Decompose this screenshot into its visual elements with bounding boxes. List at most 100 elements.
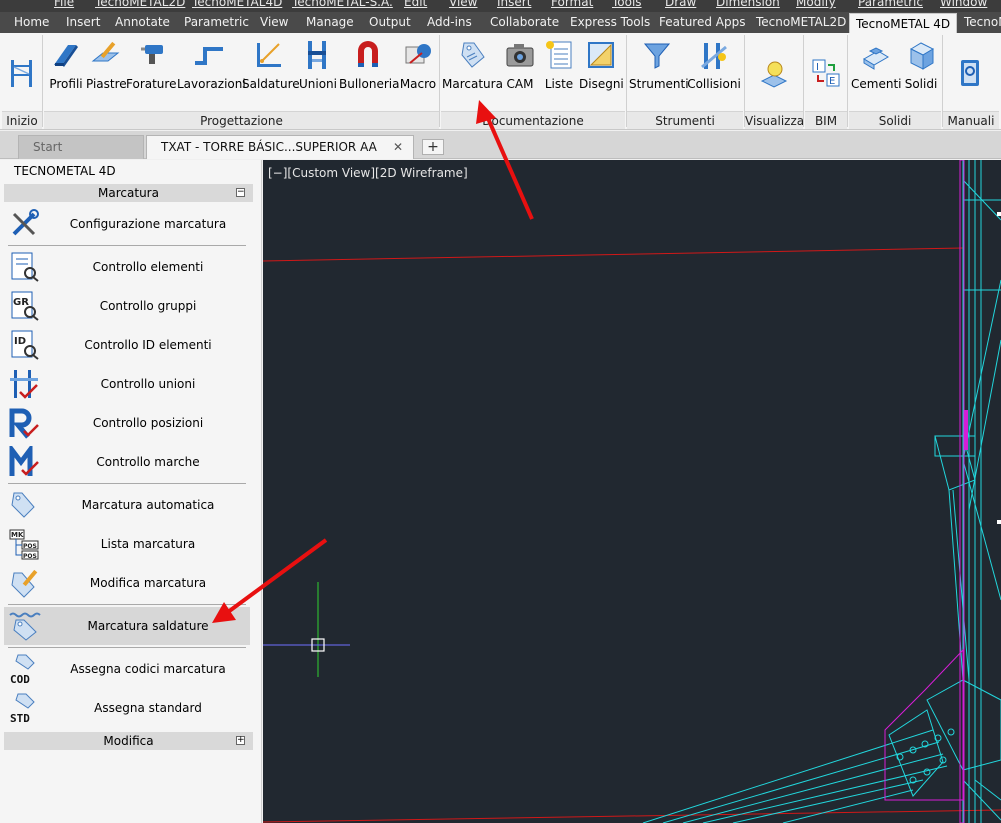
palette-item-marcatura-saldature[interactable]: Marcatura saldature — [4, 607, 250, 645]
palette-item-label: Assegna standard — [94, 701, 202, 715]
palette-item-modifica-marcatura[interactable]: Modifica marcatura — [4, 564, 250, 602]
add-tab-button[interactable]: + — [422, 139, 444, 155]
ribbon-tab-tecnometal2d[interactable]: TecnoMETAL2D — [750, 12, 852, 33]
menu-parametric[interactable]: Parametric — [858, 0, 923, 9]
pos-glyph: POS — [23, 543, 37, 550]
palette-title: TECNOMETAL 4D — [14, 164, 116, 178]
menu-tecnometal-sa[interactable]: TecnoMETAL-S.A. — [292, 0, 393, 9]
saldature-label: Saldature — [242, 77, 300, 91]
visualizza-button[interactable] — [748, 37, 800, 119]
id-glyph: ID — [14, 336, 26, 347]
ribbon-tab-view[interactable]: View — [254, 12, 294, 33]
close-icon[interactable]: ✕ — [393, 136, 403, 158]
drill-icon — [141, 45, 163, 64]
disegni-button[interactable]: Disegni — [579, 37, 624, 119]
tools-wrench-icon — [12, 209, 39, 236]
group-strumenti: Strumenti — [627, 111, 743, 129]
cementi-label: Cementi — [851, 77, 902, 91]
menu-dimension[interactable]: Dimension — [716, 0, 780, 9]
ribbon-panel: Profili Piastre Forature Lavorazioni Sal… — [0, 33, 1001, 130]
ribbon-tab-featured-apps[interactable]: Featured Apps — [653, 12, 751, 33]
section-marcatura-header[interactable]: Marcatura − — [4, 184, 253, 202]
palette-item-assegna-standard[interactable]: STD Assegna standard — [4, 689, 250, 727]
palette-item-label: Configurazione marcatura — [69, 217, 227, 231]
expand-icon[interactable]: + — [236, 736, 245, 745]
ribbon-tab-tecnom-overflow[interactable]: TecnoM — [958, 12, 1001, 33]
ribbon-tab-parametric[interactable]: Parametric — [178, 12, 255, 33]
palette-item-controllo-marche[interactable]: Controllo marche — [4, 443, 250, 481]
solidi-label: Solidi — [904, 77, 938, 91]
forature-button[interactable]: Forature — [126, 37, 176, 119]
ribbon-tab-addins[interactable]: Add-ins — [421, 12, 478, 33]
start-tab[interactable]: Start — [18, 135, 144, 159]
forature-label: Forature — [126, 77, 177, 91]
menu-tecnometal4d[interactable]: TecnoMETAL4D — [192, 0, 282, 9]
marcatura-button[interactable]: Marcatura — [442, 37, 503, 119]
document-tab[interactable]: TXAT - TORRE BÁSIC...SUPERIOR AA ACAD* ✕ — [146, 135, 414, 176]
piastre-label: Piastre — [86, 77, 127, 91]
menu-window[interactable]: Window — [940, 0, 987, 9]
palette-item-assegna-codici-marcatura[interactable]: COD Assegna codici marcatura — [4, 650, 250, 688]
palette-item-configurazione-marcatura[interactable]: Configurazione marcatura — [4, 205, 250, 243]
menu-edit[interactable]: Edit — [404, 0, 427, 9]
group-documentazione: Documentazione — [441, 111, 625, 129]
saldature-button[interactable]: Saldature — [242, 37, 300, 119]
liste-button[interactable]: Liste — [540, 37, 578, 119]
check-id-icon: ID — [11, 330, 39, 360]
ribbon-tab-express-tools[interactable]: Express Tools — [564, 12, 656, 33]
ribbon-tab-home[interactable]: Home — [8, 12, 55, 33]
ribbon-tab-tecnometal4d[interactable]: TecnoMETAL 4D — [849, 13, 958, 34]
menu-tecnometal2d[interactable]: TecnoMETAL2D — [95, 0, 185, 9]
section-modifica-header[interactable]: Modifica + — [4, 732, 253, 750]
ribbon-tab-manage[interactable]: Manage — [300, 12, 360, 33]
ribbon-tab-insert[interactable]: Insert — [60, 12, 106, 33]
palette-item-controllo-unioni[interactable]: Controllo unioni — [4, 365, 250, 403]
menu-format[interactable]: Format — [551, 0, 593, 9]
cementi-button[interactable]: Cementi — [851, 37, 901, 119]
lavorazioni-button[interactable]: Lavorazioni — [177, 37, 246, 119]
ribbon-tab-annotate[interactable]: Annotate — [109, 12, 176, 33]
cam-button[interactable]: CAM — [503, 37, 537, 119]
palette-item-controllo-posizioni[interactable]: Controllo posizioni — [4, 404, 250, 442]
manuali-button[interactable] — [948, 37, 992, 119]
profili-button[interactable]: Profili — [46, 37, 86, 119]
bim-button[interactable]: I E — [806, 37, 846, 119]
piastre-button[interactable]: Piastre — [86, 37, 127, 119]
check-groups-icon: GR — [11, 291, 39, 321]
palette-item-controllo-id-elementi[interactable]: ID Controllo ID elementi — [4, 326, 250, 364]
menu-tools[interactable]: Tools — [612, 0, 642, 9]
menu-draw[interactable]: Draw — [665, 0, 696, 9]
structure-frame-icon — [11, 60, 32, 87]
menu-insert[interactable]: Insert — [497, 0, 531, 9]
collapse-icon[interactable]: − — [236, 188, 245, 197]
ribbon-group-bar: Inizio Progettazione Documentazione Stru… — [0, 111, 1001, 129]
palette-item-lista-marcatura[interactable]: MK POS POS Lista marcatura — [4, 525, 250, 563]
group-visualizza: Visualizza — [745, 111, 804, 129]
palette-item-marcatura-automatica[interactable]: Marcatura automatica — [4, 486, 250, 524]
solidi-button[interactable]: Solidi — [902, 37, 940, 119]
classic-menubar: File TecnoMETAL2D TecnoMETAL4D TecnoMETA… — [0, 0, 1001, 12]
ribbon-tab-collaborate[interactable]: Collaborate — [484, 12, 565, 33]
menu-modify[interactable]: Modify — [796, 0, 836, 9]
menu-file[interactable]: File — [54, 0, 74, 9]
macro-button[interactable]: Macro — [398, 37, 438, 119]
menu-view[interactable]: View — [449, 0, 477, 9]
cam-label: CAM — [506, 77, 534, 91]
group-inizio: Inizio — [2, 111, 42, 129]
ribbon-tab-output[interactable]: Output — [363, 12, 417, 33]
macro-label: Macro — [399, 77, 437, 91]
profili-label: Profili — [49, 77, 83, 91]
list-document-icon — [546, 41, 572, 69]
weld-tag-icon — [9, 612, 41, 641]
collisioni-button[interactable]: Collisioni — [686, 37, 742, 119]
palette-item-label: Marcatura automatica — [81, 498, 215, 512]
unioni-button[interactable]: Unioni — [298, 37, 338, 119]
bulloneria-button[interactable]: Bulloneria — [339, 37, 399, 119]
inizio-button[interactable] — [4, 37, 42, 119]
palette-item-controllo-gruppi[interactable]: GR Controllo gruppi — [4, 287, 250, 325]
palette-item-controllo-elementi[interactable]: Controllo elementi — [4, 248, 250, 286]
strumenti-button[interactable]: Strumenti — [629, 37, 689, 119]
unioni-label: Unioni — [298, 77, 337, 91]
drawing-viewport[interactable]: [−][Custom View][2D Wireframe] — [263, 160, 1001, 823]
palette-item-label: Controllo elementi — [92, 260, 204, 274]
